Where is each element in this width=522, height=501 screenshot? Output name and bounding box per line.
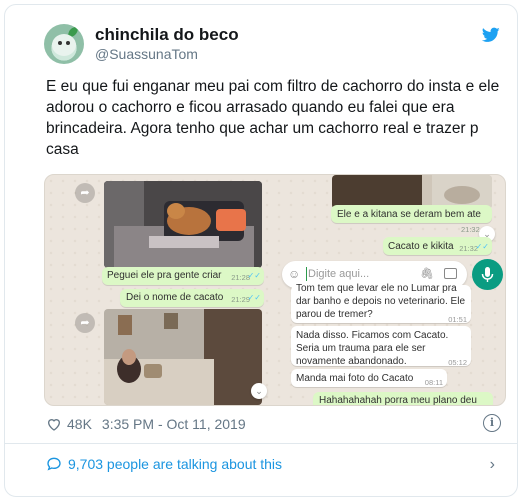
comment-icon bbox=[47, 457, 61, 471]
microphone-icon bbox=[481, 267, 494, 282]
message-bubble: Manda mai foto do Cacato 08:11 bbox=[291, 369, 447, 387]
display-name[interactable]: chinchila do beco bbox=[95, 25, 239, 45]
tweet-card: chinchila do beco @SuassunaTom E eu que … bbox=[4, 4, 518, 497]
forward-icon[interactable]: ➦ bbox=[75, 313, 95, 333]
user-avatar[interactable] bbox=[44, 24, 84, 64]
conversation-link[interactable]: 9,703 people are talking about this bbox=[46, 456, 282, 472]
message-time: 21:32 bbox=[461, 225, 480, 234]
heart-icon[interactable] bbox=[46, 416, 62, 432]
message-bubble: Hahahahahah porra meu plano deu bbox=[313, 392, 493, 405]
message-bubble: Peguei ele pra gente criar 21:28 ✓✓ bbox=[102, 267, 264, 285]
tweet-timestamp[interactable]: 3:35 PM - Oct 11, 2019 bbox=[102, 416, 246, 432]
message-bubble: Tom tem que levar ele no Lumar pra dar b… bbox=[291, 283, 471, 324]
like-count[interactable]: 48K bbox=[67, 416, 92, 432]
chevron-right-icon[interactable]: › bbox=[490, 456, 495, 474]
message-bubble: Dei o nome de cacato 21:29 ✓✓ bbox=[120, 289, 264, 307]
twitter-bird-icon[interactable] bbox=[482, 27, 500, 43]
dog-and-cat-photo bbox=[332, 175, 492, 209]
emoji-icon[interactable]: ☺ bbox=[288, 267, 300, 281]
message-bubble: Cacato e kikita 21:32 ✓✓ bbox=[383, 237, 492, 255]
chevron-down-icon[interactable]: ⌄ bbox=[251, 383, 267, 399]
info-icon[interactable]: i bbox=[483, 414, 501, 432]
paperclip-icon[interactable]: 🖇 bbox=[420, 267, 434, 280]
camera-icon[interactable] bbox=[444, 268, 457, 279]
user-handle[interactable]: @SuassunaTom bbox=[95, 46, 198, 62]
father-on-sofa-photo bbox=[104, 309, 262, 405]
microphone-button[interactable] bbox=[472, 259, 503, 290]
tweet-text: E eu que fui enganar meu pai com filtro … bbox=[46, 78, 500, 158]
dog-on-bed-photo bbox=[104, 181, 262, 268]
divider bbox=[5, 443, 517, 444]
whatsapp-screenshot[interactable]: ➦ Peguei ele pra gente criar 21:28 ✓✓ De… bbox=[44, 174, 506, 406]
tweet-meta: 48K 3:35 PM - Oct 11, 2019 bbox=[46, 412, 246, 436]
talking-count[interactable]: 9,703 people are talking about this bbox=[68, 456, 282, 472]
message-bubble: Ele e a kitana se deram bem ate bbox=[331, 205, 492, 223]
forward-icon[interactable]: ➦ bbox=[75, 183, 95, 203]
message-bubble: Nada disso. Ficamos com Cacato. Seria um… bbox=[291, 326, 471, 367]
